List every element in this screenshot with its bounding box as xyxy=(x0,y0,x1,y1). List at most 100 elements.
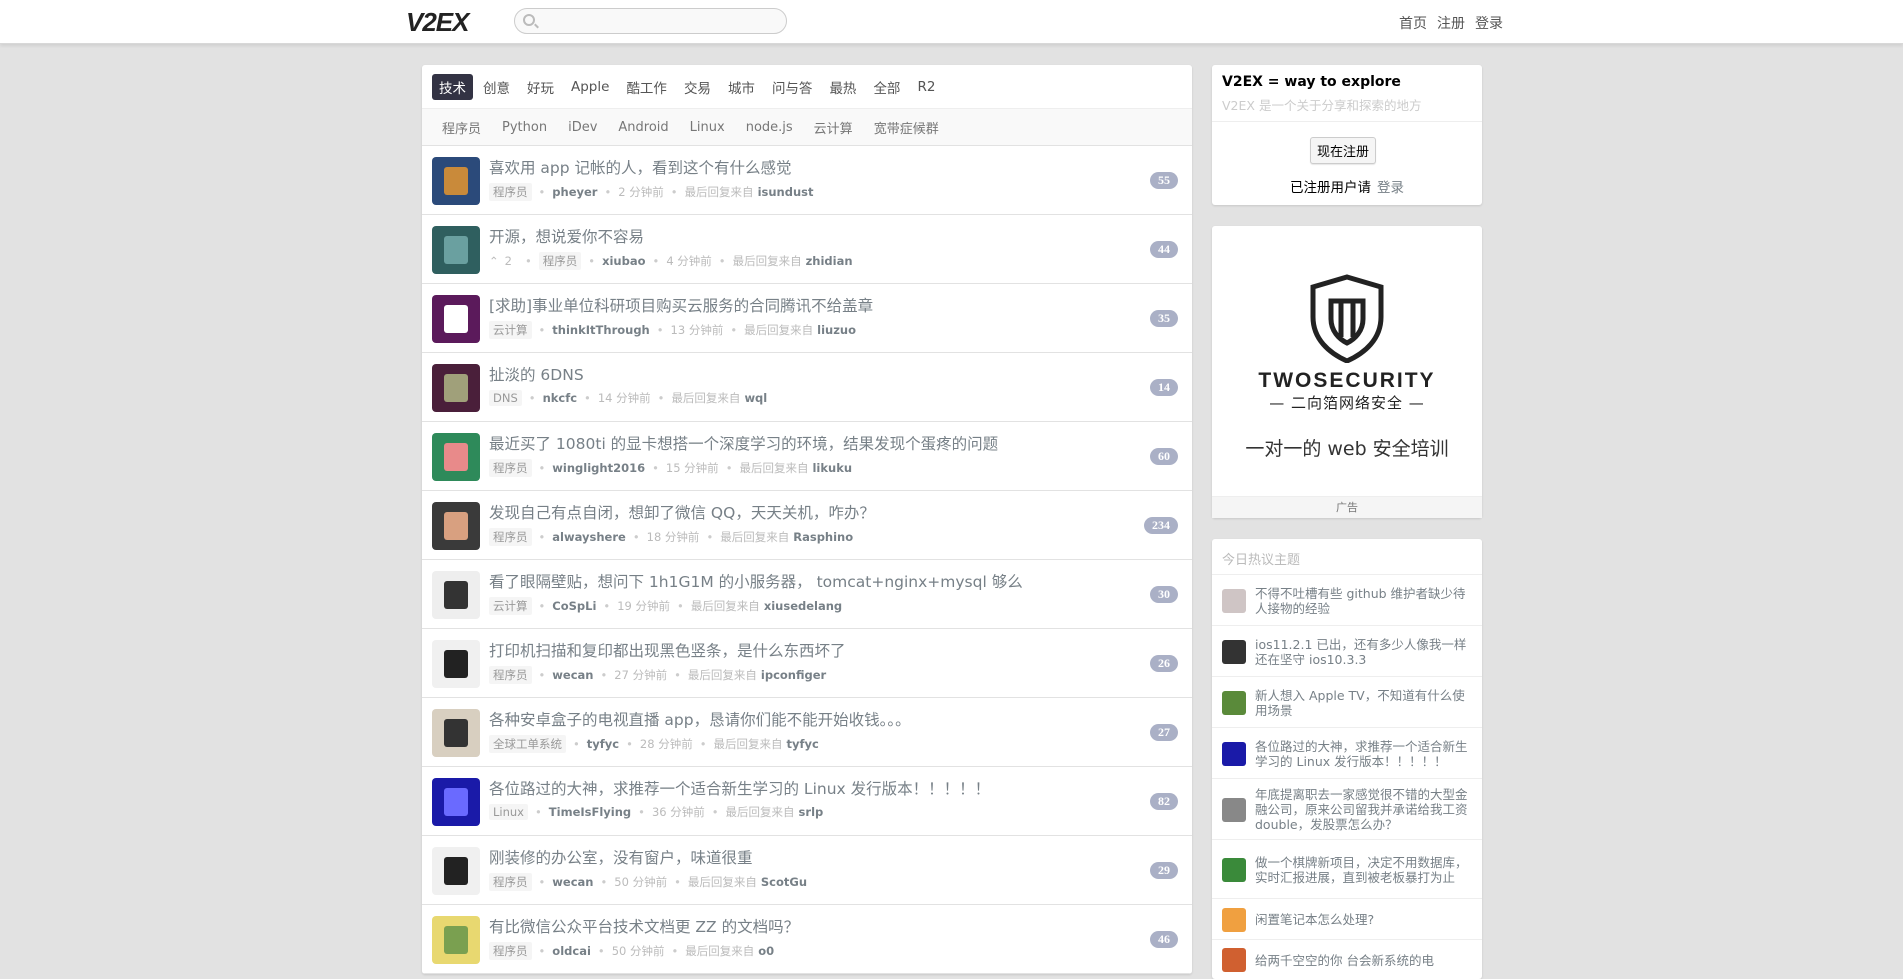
nav-signup-link[interactable]: 注册 xyxy=(1437,13,1465,33)
node-tag[interactable]: 云计算 xyxy=(489,321,532,339)
avatar[interactable] xyxy=(1222,588,1246,613)
reply-count-badge[interactable]: 29 xyxy=(1150,862,1178,879)
author-link[interactable]: pheyer xyxy=(552,185,597,199)
topic-title-link[interactable]: 发现自己有点自闭，想卸了微信 QQ，天天关机，咋办？ xyxy=(489,501,875,523)
hot-topic-link[interactable]: 闲置笔记本怎么处理? xyxy=(1255,912,1472,927)
avatar[interactable] xyxy=(432,571,480,619)
node-tag[interactable]: 全球工单系统 xyxy=(489,735,566,753)
last-reply-user-link[interactable]: zhidian xyxy=(806,254,853,268)
nav-login-link[interactable]: 登录 xyxy=(1475,13,1503,33)
subtab-5[interactable]: node.js xyxy=(746,120,793,135)
reply-count-badge[interactable]: 46 xyxy=(1150,931,1178,948)
tab-4[interactable]: 酷工作 xyxy=(619,74,674,100)
tab-0[interactable]: 技术 xyxy=(432,73,473,100)
avatar[interactable] xyxy=(432,778,480,826)
author-link[interactable]: nkcfc xyxy=(543,391,577,405)
reply-count-badge[interactable]: 82 xyxy=(1150,793,1178,810)
topic-title-link[interactable]: 刚装修的办公室，没有窗户，味道很重 xyxy=(489,846,753,868)
vote-up-icon[interactable]: ⌃ xyxy=(489,254,499,268)
topic-title-link[interactable]: 开源，想说爱你不容易 xyxy=(489,225,644,247)
author-link[interactable]: thinkItThrough xyxy=(552,323,649,337)
topic-title-link[interactable]: 各位路过的大神，求推荐一个适合新生学习的 Linux 发行版本！！！！！ xyxy=(489,777,990,799)
subtab-6[interactable]: 云计算 xyxy=(814,118,853,137)
tab-9[interactable]: 全部 xyxy=(866,74,907,100)
tab-1[interactable]: 创意 xyxy=(476,74,517,100)
topic-title-link[interactable]: 打印机扫描和复印都出现黑色竖条，是什么东西坏了 xyxy=(489,639,846,661)
subtab-4[interactable]: Linux xyxy=(690,120,725,135)
author-link[interactable]: wecan xyxy=(552,668,593,682)
subtab-1[interactable]: Python xyxy=(502,120,547,135)
avatar[interactable] xyxy=(1222,690,1246,715)
search-box[interactable] xyxy=(514,8,787,34)
hot-topic-link[interactable]: ios11.2.1 已出，还有多少人像我一样还在坚守 ios10.3.3 xyxy=(1255,637,1472,667)
topic-title-link[interactable]: 看了眼隔壁贴，想问下 1h1G1M 的小服务器， tomcat+nginx+my… xyxy=(489,570,1023,592)
node-tag[interactable]: 程序员 xyxy=(489,459,532,477)
author-link[interactable]: wecan xyxy=(552,875,593,889)
topic-title-link[interactable]: 有比微信公众平台技术文档更 ZZ 的文档吗？ xyxy=(489,915,799,937)
search-input[interactable] xyxy=(541,12,781,30)
topic-title-link[interactable]: 扯淡的 6DNS xyxy=(489,363,584,385)
node-tag[interactable]: 程序员 xyxy=(489,942,532,960)
avatar[interactable] xyxy=(432,433,480,481)
nav-home-link[interactable]: 首页 xyxy=(1399,13,1427,33)
reply-count-badge[interactable]: 14 xyxy=(1150,379,1178,396)
hot-topic-link[interactable]: 年底提离职去一家感觉很不错的大型金融公司，原来公司留我并承诺给我工资 doubl… xyxy=(1255,787,1472,832)
reply-count-badge[interactable]: 55 xyxy=(1150,172,1178,189)
avatar[interactable] xyxy=(1222,907,1246,932)
topic-title-link[interactable]: 喜欢用 app 记帐的人，看到这个有什么感觉 xyxy=(489,156,792,178)
last-reply-user-link[interactable]: ScotGu xyxy=(761,875,807,889)
avatar[interactable] xyxy=(1222,741,1246,766)
author-link[interactable]: CoSpLi xyxy=(552,599,596,613)
tab-6[interactable]: 城市 xyxy=(721,74,762,100)
ad-box[interactable]: TWOSECURITY — 二向箔网络安全 — 一对一的 web 安全培训 广告 xyxy=(1212,226,1482,518)
avatar[interactable] xyxy=(432,226,480,274)
last-reply-user-link[interactable]: ipconfiger xyxy=(761,668,826,682)
node-tag[interactable]: 程序员 xyxy=(489,666,532,684)
last-reply-user-link[interactable]: wql xyxy=(744,391,767,405)
reply-count-badge[interactable]: 27 xyxy=(1150,724,1178,741)
last-reply-user-link[interactable]: o0 xyxy=(758,944,774,958)
avatar[interactable] xyxy=(432,916,480,964)
author-link[interactable]: oldcai xyxy=(552,944,591,958)
node-tag[interactable]: 程序员 xyxy=(489,183,532,201)
hot-topic-link[interactable]: 新人想入 Apple TV，不知道有什么使用场景 xyxy=(1255,688,1472,718)
last-reply-user-link[interactable]: Rasphino xyxy=(793,530,853,544)
topic-title-link[interactable]: 最近买了 1080ti 的显卡想搭一个深度学习的环境，结果发现个蛋疼的问题 xyxy=(489,432,998,454)
signup-button[interactable]: 现在注册 xyxy=(1310,137,1377,164)
subtab-0[interactable]: 程序员 xyxy=(442,118,481,137)
hot-topic-link[interactable]: 做一个棋牌新项目，决定不用数据库，实时汇报进展，直到被老板暴打为止 xyxy=(1255,855,1472,885)
subtab-2[interactable]: iDev xyxy=(568,120,597,135)
last-reply-user-link[interactable]: likuku xyxy=(812,461,852,475)
ad-banner[interactable]: TWOSECURITY — 二向箔网络安全 — 一对一的 web 安全培训 xyxy=(1212,226,1482,496)
avatar[interactable] xyxy=(432,709,480,757)
node-tag[interactable]: 程序员 xyxy=(489,528,532,546)
avatar[interactable] xyxy=(1222,948,1246,972)
avatar[interactable] xyxy=(432,157,480,205)
subtab-3[interactable]: Android xyxy=(618,120,668,135)
topic-title-link[interactable]: 各种安卓盒子的电视直播 app，恳请你们能不能开始收钱。。。 xyxy=(489,708,911,730)
hot-topic-link[interactable]: 各位路过的大神，求推荐一个适合新生学习的 Linux 发行版本！！！！！ xyxy=(1255,739,1472,769)
last-reply-user-link[interactable]: isundust xyxy=(758,185,814,199)
reply-count-badge[interactable]: 44 xyxy=(1150,241,1178,258)
last-reply-user-link[interactable]: tyfyc xyxy=(787,737,819,751)
avatar[interactable] xyxy=(432,847,480,895)
tab-5[interactable]: 交易 xyxy=(677,74,718,100)
node-tag[interactable]: 程序员 xyxy=(489,873,532,891)
tab-10[interactable]: R2 xyxy=(910,76,942,98)
avatar[interactable] xyxy=(1222,797,1246,822)
tab-7[interactable]: 问与答 xyxy=(765,74,820,100)
last-reply-user-link[interactable]: xiusedelang xyxy=(764,599,842,613)
avatar[interactable] xyxy=(432,502,480,550)
tab-8[interactable]: 最热 xyxy=(822,74,863,100)
last-reply-user-link[interactable]: liuzuo xyxy=(817,323,856,337)
avatar[interactable] xyxy=(1222,639,1246,664)
reply-count-badge[interactable]: 234 xyxy=(1144,517,1178,534)
last-reply-user-link[interactable]: srlp xyxy=(799,805,824,819)
author-link[interactable]: alwayshere xyxy=(552,530,626,544)
login-link[interactable]: 登录 xyxy=(1377,180,1404,196)
tab-3[interactable]: Apple xyxy=(564,76,616,98)
hot-topic-link[interactable]: 给两千空空的你 台会新系统的电 xyxy=(1255,953,1472,968)
node-tag[interactable]: 云计算 xyxy=(489,597,532,615)
reply-count-badge[interactable]: 26 xyxy=(1150,655,1178,672)
author-link[interactable]: winglight2016 xyxy=(552,461,645,475)
